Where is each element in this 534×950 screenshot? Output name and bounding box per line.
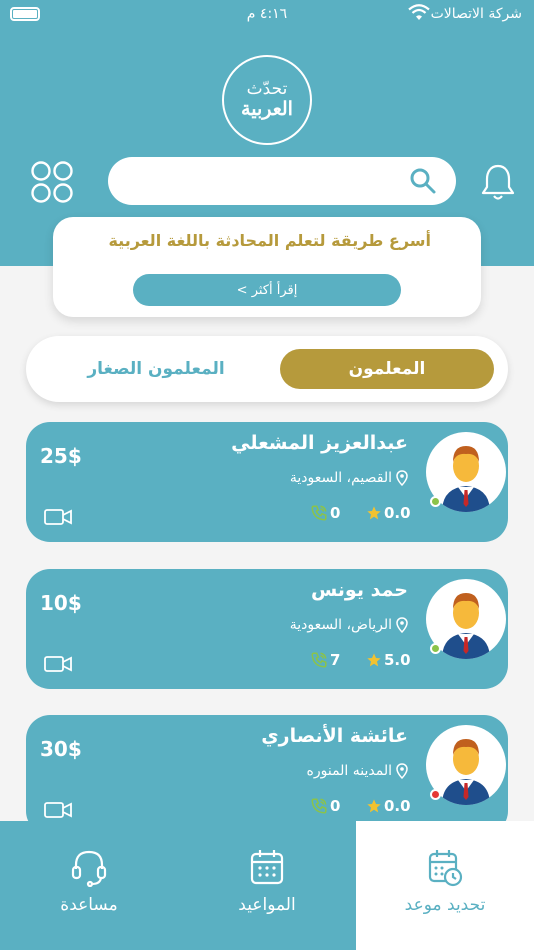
status-time: ٤:١٦ م [246, 6, 288, 22]
offline-status-dot [430, 789, 441, 800]
tab-teachers[interactable]: المعلمون [280, 349, 494, 389]
video-camera-icon[interactable] [44, 508, 72, 526]
rating-value: 0.0 [384, 797, 411, 815]
read-more-button[interactable]: إقرأ أكثر > [133, 274, 401, 306]
teacher-card[interactable]: حمد يونس الرياض، السعودية 10$ 5.0 7 [26, 569, 508, 689]
teacher-price: 25$ [40, 444, 82, 468]
notification-bell-icon[interactable] [480, 162, 516, 202]
teacher-location: القصيم، السعودية [290, 470, 408, 486]
rating-value: 0.0 [384, 504, 411, 522]
wifi-icon [408, 4, 430, 26]
teacher-calls: 0 [310, 797, 340, 815]
carrier-name: شركة الاتصالات [430, 6, 522, 22]
location-text: القصيم، السعودية [289, 470, 392, 486]
promo-card: أسرع طريقة لتعلم المحادثة باللغة العربية… [53, 217, 481, 317]
teacher-name: حمد يونس [310, 579, 408, 601]
phone-icon [311, 798, 327, 814]
menu-grid-icon[interactable] [30, 160, 74, 204]
teacher-location: الرياض، السعودية [290, 617, 408, 633]
status-bar: شركة الاتصالات ٤:١٦ م [0, 0, 534, 30]
promo-title: أسرع طريقة لتعلم المحادثة باللغة العربية [108, 231, 431, 250]
nav-appointments[interactable]: المواعيد [178, 821, 356, 950]
nav-book-appointment[interactable]: تحديد موعد [356, 821, 534, 950]
teacher-calls: 0 [310, 504, 340, 522]
rating-value: 5.0 [384, 651, 411, 669]
calendar-clock-icon [428, 850, 463, 887]
headset-icon [71, 850, 107, 887]
teacher-price: 10$ [40, 591, 82, 615]
video-camera-icon[interactable] [44, 655, 72, 673]
nav-appointments-label: المواعيد [238, 895, 296, 915]
teacher-price: 30$ [40, 737, 82, 761]
logo-line-2: العربية [241, 97, 293, 120]
calls-count: 0 [330, 797, 341, 815]
teacher-rating: 0.0 [366, 504, 411, 522]
location-pin-icon [396, 763, 408, 779]
online-status-dot [430, 643, 441, 654]
teacher-name: عائشة الأنصاري [261, 725, 408, 747]
star-icon [367, 799, 381, 813]
teacher-card[interactable]: عبدالعزيز المشعلي القصيم، السعودية 25$ 0… [26, 422, 508, 542]
calls-count: 7 [330, 651, 341, 669]
teacher-card[interactable]: عائشة الأنصاري المدينه المنوره 30$ 0.0 0 [26, 715, 508, 835]
teacher-avatar-wrap [426, 432, 506, 512]
app-logo: تحدّث العربية [222, 55, 312, 145]
calls-count: 0 [330, 504, 341, 522]
tab-young-teachers[interactable]: المعلمون الصغار [46, 349, 266, 389]
teacher-calls: 7 [310, 651, 340, 669]
teacher-rating: 0.0 [366, 797, 411, 815]
location-text: المدينه المنوره [306, 763, 392, 779]
star-icon [367, 506, 381, 520]
logo-line-1: تحدّث [246, 79, 288, 100]
online-status-dot [430, 496, 441, 507]
teacher-location: المدينه المنوره [307, 763, 408, 779]
teacher-type-tabs: المعلمون المعلمون الصغار [26, 336, 508, 402]
phone-icon [311, 505, 327, 521]
teacher-avatar-wrap [426, 579, 506, 659]
phone-icon [311, 652, 327, 668]
location-pin-icon [396, 470, 408, 486]
teacher-avatar-wrap [426, 725, 506, 805]
location-pin-icon [396, 617, 408, 633]
nav-help-label: مساعدة [60, 895, 118, 915]
video-camera-icon[interactable] [44, 801, 72, 819]
teacher-rating: 5.0 [366, 651, 411, 669]
nav-book-appointment-label: تحديد موعد [404, 895, 486, 915]
star-icon [367, 653, 381, 667]
calendar-icon [250, 850, 284, 885]
battery-icon [10, 7, 40, 21]
bottom-navigation: مساعدة المواعيد تحديد موعد [0, 821, 534, 950]
search-icon[interactable] [408, 166, 438, 196]
nav-help[interactable]: مساعدة [0, 821, 178, 950]
search-input[interactable] [108, 157, 456, 205]
location-text: الرياض، السعودية [289, 617, 392, 633]
teacher-name: عبدالعزيز المشعلي [231, 432, 408, 454]
